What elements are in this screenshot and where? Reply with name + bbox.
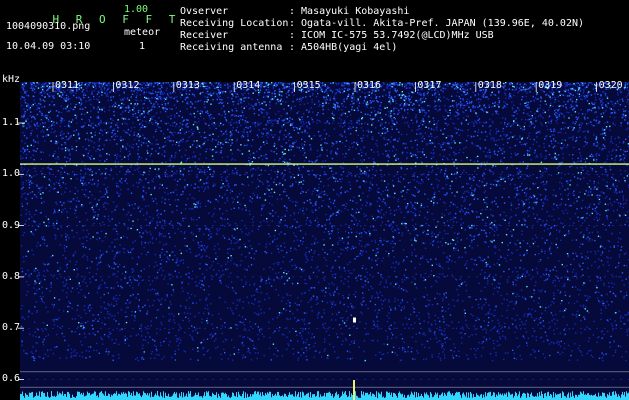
y-tick-label: 1.1: [2, 117, 21, 129]
x-tick-label: 0313: [175, 80, 200, 91]
info-value-observer: : Masayuki Kobayashi: [289, 6, 410, 17]
meteor-spike: [353, 380, 355, 400]
filename: 1004090310.png: [6, 21, 91, 32]
y-tick-label: 0.9: [2, 219, 21, 231]
info-value-receiver: : ICOM IC-575 53.7492(@LCD)MHz USB: [289, 30, 494, 41]
info-key-observer: Ovserver: [180, 6, 229, 17]
info-value-antenna: : A504HB(yagi 4el): [289, 42, 398, 53]
spectrogram: [18, 82, 629, 400]
x-tick-label: 0316: [357, 80, 382, 91]
meteor-echo: [353, 317, 356, 323]
info-key-antenna: Receiving antenna: [180, 42, 283, 53]
info-key-location: Receiving Location: [180, 18, 289, 29]
x-tick-label: 0320: [598, 80, 623, 91]
y-tick-label: 0.6: [2, 373, 21, 385]
x-tick-label: 0319: [538, 80, 563, 91]
x-tick-label: 0317: [417, 80, 442, 91]
y-tick-label: 1.0: [2, 168, 21, 180]
x-tick-label: 0318: [477, 80, 502, 91]
meteor-count: 1: [139, 41, 146, 52]
x-tick-label: 0311: [55, 80, 80, 91]
info-key-receiver: Receiver: [180, 30, 229, 41]
y-tick-label: 0.7: [2, 322, 21, 334]
x-tick-label: 0312: [115, 80, 140, 91]
x-tick-label: 0315: [296, 80, 321, 91]
hroft-screen: H R O F F T 1.00 1004090310.png meteor 1…: [0, 0, 629, 400]
app-version: 1.00: [124, 4, 149, 15]
meteor-label: meteor: [124, 27, 161, 38]
datetime: 10.04.09 03:10: [6, 41, 91, 52]
y-axis-unit: kHz: [2, 74, 21, 85]
info-value-location: : Ogata-vill. Akita-Pref. JAPAN (139.96E…: [289, 18, 585, 29]
x-tick-label: 0314: [236, 80, 261, 91]
y-tick-label: 0.8: [2, 270, 21, 282]
